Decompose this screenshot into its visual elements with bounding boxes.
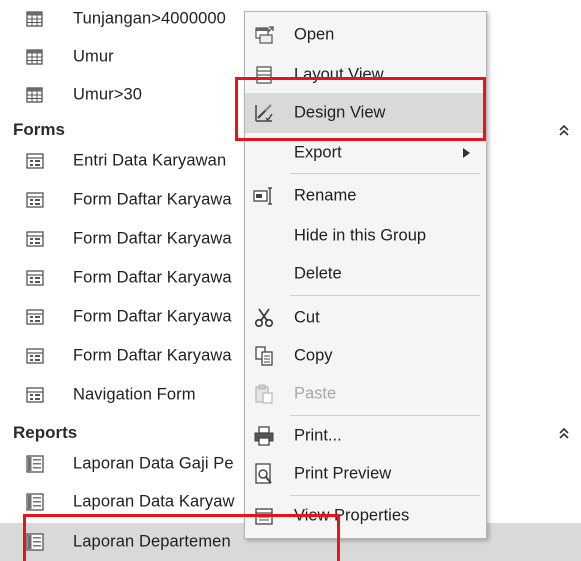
menu-item-print[interactable]: Print... xyxy=(245,417,486,455)
menu-item-open[interactable]: Open xyxy=(245,15,486,55)
menu-item-layout-view[interactable]: Layout View xyxy=(245,55,486,95)
menu-item-label: Print Preview xyxy=(294,464,392,483)
form-icon xyxy=(26,387,44,403)
report-icon xyxy=(26,533,44,551)
nav-item-label: Umur xyxy=(73,47,114,66)
copy-icon xyxy=(255,346,273,366)
chevron-double-up-icon[interactable] xyxy=(557,122,571,138)
menu-item-design-view[interactable]: Design View xyxy=(245,93,486,133)
properties-icon xyxy=(255,508,273,525)
menu-item-print-preview[interactable]: Print Preview xyxy=(245,455,486,493)
menu-item-label: Layout View xyxy=(294,65,384,84)
query-icon xyxy=(26,11,43,27)
submenu-arrow-icon xyxy=(463,148,470,158)
form-icon xyxy=(26,153,44,169)
layout-view-icon xyxy=(256,66,272,84)
menu-item-label: Print... xyxy=(294,426,342,445)
menu-item-label: Open xyxy=(294,25,335,44)
menu-separator xyxy=(290,415,480,416)
form-icon xyxy=(26,192,44,208)
nav-item-label: Tunjangan>4000000 xyxy=(73,9,226,28)
query-icon xyxy=(26,87,43,103)
paste-icon xyxy=(255,384,273,404)
form-icon xyxy=(26,348,44,364)
menu-item-label: Rename xyxy=(294,186,357,205)
nav-item-label: Laporan Departemen xyxy=(73,532,231,551)
nav-item-label: Form Daftar Karyawa xyxy=(73,268,232,287)
nav-item-label: Form Daftar Karyawa xyxy=(73,307,232,326)
nav-item-label: Form Daftar Karyawa xyxy=(73,346,232,365)
group-label: Reports xyxy=(13,423,78,442)
menu-item-label: Design View xyxy=(294,103,386,122)
menu-item-label: Cut xyxy=(294,308,320,327)
menu-item-label: Hide in this Group xyxy=(294,226,427,245)
report-icon xyxy=(26,455,44,473)
menu-item-hide-in-group[interactable]: Hide in this Group xyxy=(245,217,486,255)
nav-item-label: Form Daftar Karyawa xyxy=(73,190,232,209)
open-icon xyxy=(255,26,274,44)
form-icon xyxy=(26,309,44,325)
menu-item-copy[interactable]: Copy xyxy=(245,337,486,375)
menu-item-rename[interactable]: Rename xyxy=(245,177,486,215)
design-view-icon xyxy=(255,104,273,122)
nav-item-label: Laporan Data Karyaw xyxy=(73,492,235,511)
menu-separator xyxy=(290,173,480,174)
menu-item-view-properties[interactable]: View Properties xyxy=(245,497,486,535)
scissors-icon xyxy=(254,308,274,328)
menu-item-export[interactable]: Export xyxy=(245,135,486,171)
rename-icon xyxy=(253,187,272,205)
query-icon xyxy=(26,49,43,65)
nav-item-label: Entri Data Karyawan xyxy=(73,151,227,170)
print-preview-icon xyxy=(255,463,272,484)
group-label: Forms xyxy=(13,120,65,139)
chevron-double-up-icon[interactable] xyxy=(557,425,571,441)
menu-item-delete[interactable]: Delete xyxy=(245,255,486,293)
form-icon xyxy=(26,231,44,247)
menu-item-paste: Paste xyxy=(245,375,486,413)
menu-separator xyxy=(290,295,480,296)
nav-item-label: Laporan Data Gaji Pe xyxy=(73,454,234,473)
menu-item-label: View Properties xyxy=(294,506,410,525)
nav-item-label: Umur>30 xyxy=(73,85,143,104)
menu-item-label: Paste xyxy=(294,384,337,403)
menu-item-label: Copy xyxy=(294,346,333,365)
menu-item-label: Delete xyxy=(294,264,342,283)
menu-item-label: Export xyxy=(294,143,342,162)
nav-item-label: Navigation Form xyxy=(73,385,196,404)
form-icon xyxy=(26,270,44,286)
menu-item-cut[interactable]: Cut xyxy=(245,299,486,337)
printer-icon xyxy=(254,426,274,446)
report-icon xyxy=(26,493,44,511)
nav-item-label: Form Daftar Karyawa xyxy=(73,229,232,248)
menu-separator xyxy=(290,495,480,496)
context-menu: Open Layout View Design View Export Rena… xyxy=(244,11,487,539)
